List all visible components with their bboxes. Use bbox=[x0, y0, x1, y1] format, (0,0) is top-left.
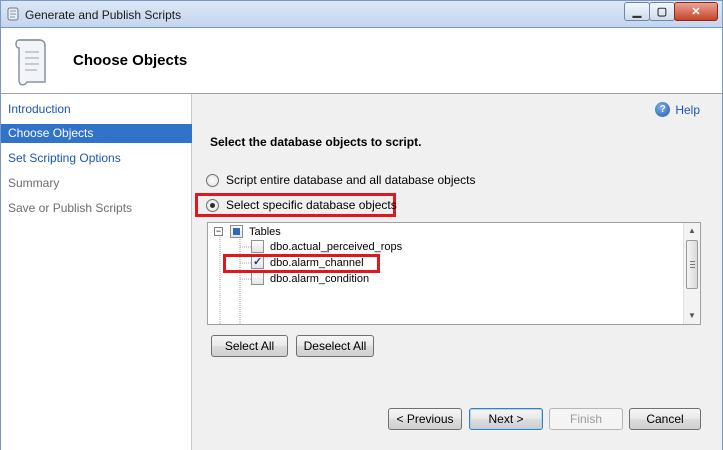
scroll-thumb[interactable] bbox=[686, 240, 698, 289]
window-title: Generate and Publish Scripts bbox=[25, 8, 182, 22]
collapse-icon[interactable]: − bbox=[214, 227, 223, 236]
cancel-button[interactable]: Cancel bbox=[629, 408, 701, 430]
radio-specific-label: Select specific database objects bbox=[226, 198, 397, 212]
help-icon: ? bbox=[655, 102, 671, 117]
content-panel: ? Help Select the database objects to sc… bbox=[192, 94, 723, 450]
nav-item-set-scripting-options[interactable]: Set Scripting Options bbox=[1, 149, 192, 168]
wizard-steps-nav: Introduction Choose Objects Set Scriptin… bbox=[0, 94, 192, 450]
item-checkbox[interactable] bbox=[251, 272, 264, 285]
maximize-button[interactable]: ▢ bbox=[649, 2, 675, 21]
select-all-button[interactable]: Select All bbox=[211, 335, 288, 357]
page-title: Choose Objects bbox=[73, 52, 188, 69]
section-heading: Select the database objects to script. bbox=[210, 135, 422, 149]
tree-node-tables[interactable]: − Tables bbox=[214, 225, 281, 238]
tree-item-label: dbo.alarm_condition bbox=[270, 272, 370, 285]
finish-button: Finish bbox=[549, 408, 623, 430]
close-button[interactable]: ✕ bbox=[674, 2, 718, 21]
nav-item-introduction[interactable]: Introduction bbox=[1, 100, 192, 119]
scroll-up-icon[interactable]: ▲ bbox=[684, 223, 700, 239]
radio-specific-objects[interactable]: Select specific database objects bbox=[206, 198, 397, 212]
minimize-icon: ▁ bbox=[632, 6, 642, 18]
nav-item-choose-objects[interactable]: Choose Objects bbox=[1, 124, 192, 143]
nav-item-save-or-publish: Save or Publish Scripts bbox=[8, 201, 133, 215]
scroll-icon bbox=[15, 39, 46, 86]
objects-tree[interactable]: − Tables dbo.actual_perceived_rops dbo.a… bbox=[207, 222, 701, 325]
tree-scrollbar[interactable]: ▲ ▼ bbox=[683, 223, 700, 324]
minimize-button[interactable]: ▁ bbox=[624, 2, 650, 21]
previous-button[interactable]: < Previous bbox=[388, 408, 462, 430]
grip-line bbox=[690, 261, 695, 262]
grip-line bbox=[690, 267, 695, 268]
tree-item-alarm-condition[interactable]: dbo.alarm_condition bbox=[251, 272, 369, 285]
help-link[interactable]: ? Help bbox=[655, 102, 700, 117]
radio-entire-database[interactable]: Script entire database and all database … bbox=[206, 173, 476, 187]
tree-item-actual-perceived-rops[interactable]: dbo.actual_perceived_rops bbox=[251, 240, 402, 253]
next-button[interactable]: Next > bbox=[469, 408, 543, 430]
highlight-box bbox=[223, 254, 380, 273]
app-scroll-icon bbox=[7, 7, 19, 21]
help-label: Help bbox=[675, 102, 700, 117]
wizard-header: Choose Objects bbox=[0, 28, 723, 94]
item-checkbox[interactable] bbox=[251, 240, 264, 253]
scroll-down-icon[interactable]: ▼ bbox=[684, 308, 700, 324]
nav-item-summary: Summary bbox=[8, 176, 60, 190]
radio-button-selected[interactable] bbox=[206, 198, 219, 212]
maximize-icon: ▢ bbox=[656, 6, 668, 18]
title-bar: Generate and Publish Scripts ▁ ▢ ✕ bbox=[0, 0, 723, 28]
close-icon: ✕ bbox=[691, 6, 701, 18]
grip-line bbox=[690, 264, 695, 265]
window-controls: ▁ ▢ ✕ bbox=[624, 2, 718, 21]
tree-node-label: Tables bbox=[249, 225, 281, 238]
deselect-all-button[interactable]: Deselect All bbox=[296, 335, 374, 357]
tables-checkbox[interactable] bbox=[230, 225, 243, 238]
radio-entire-label: Script entire database and all database … bbox=[226, 173, 476, 187]
radio-button[interactable] bbox=[206, 173, 219, 187]
tree-item-label: dbo.actual_perceived_rops bbox=[270, 240, 403, 253]
